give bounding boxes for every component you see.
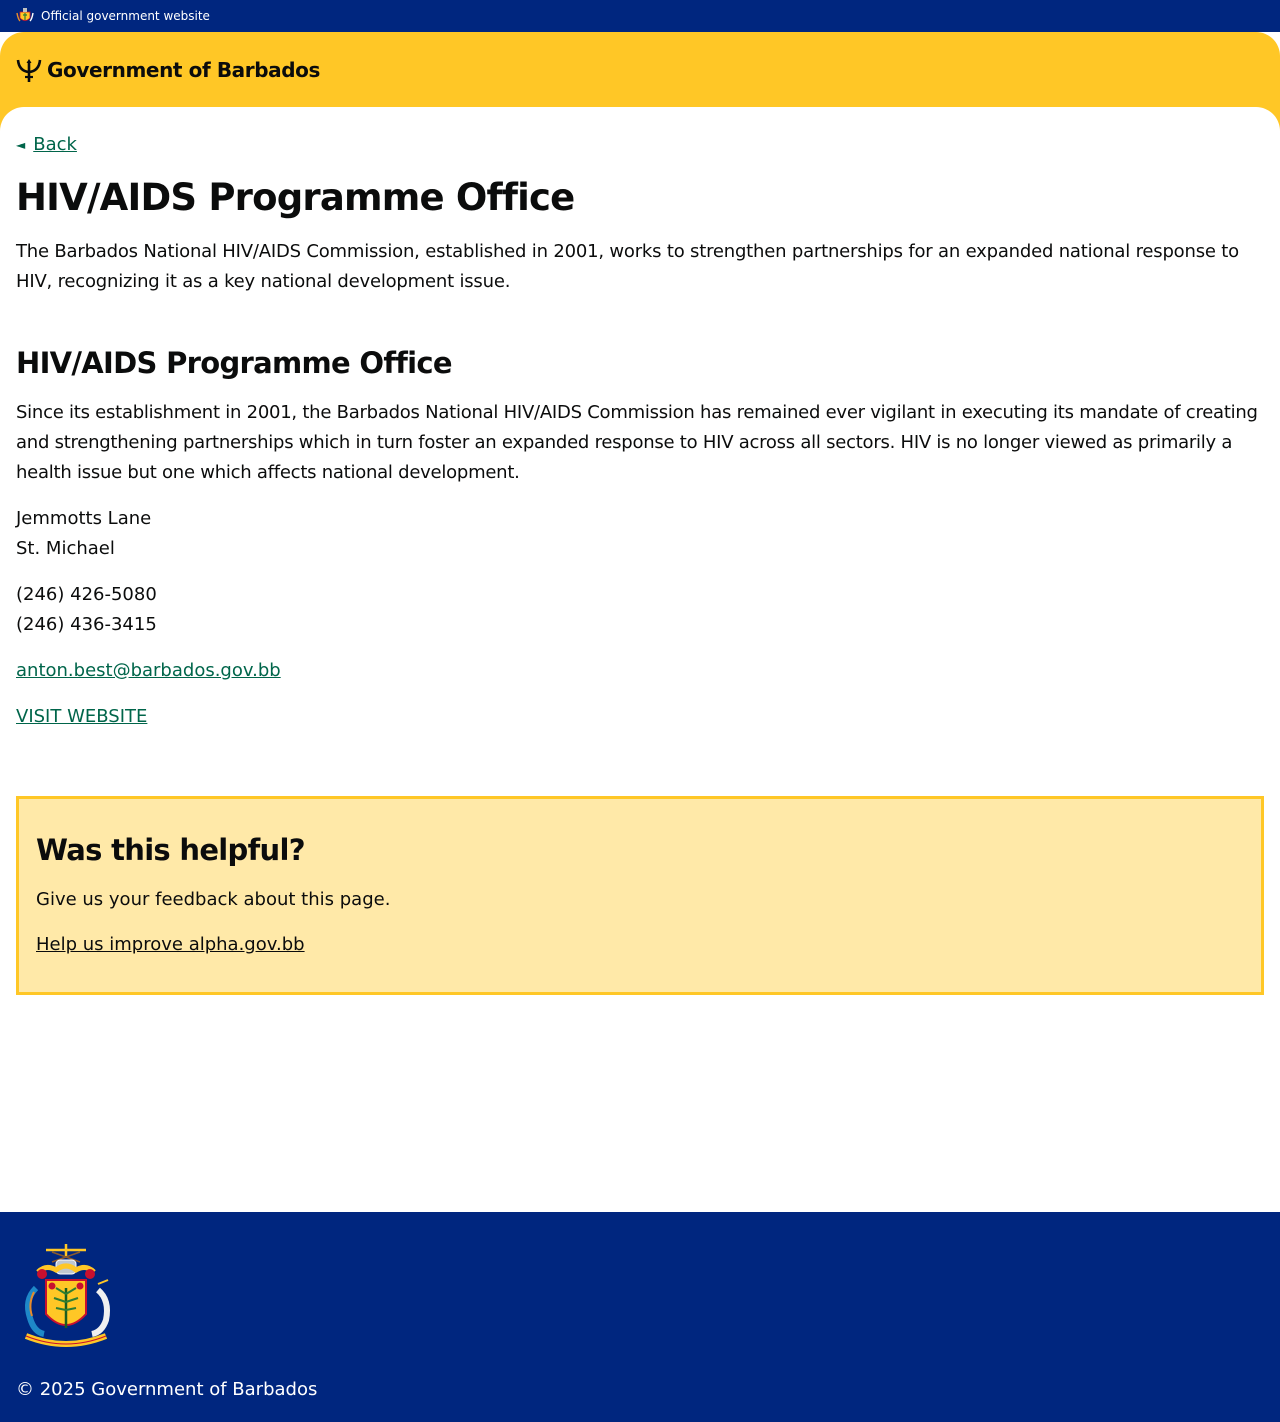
site-name: Government of Barbados xyxy=(47,58,321,82)
website-row: VISIT WEBSITE xyxy=(16,702,147,732)
feedback-text: Give us your feedback about this page. xyxy=(36,889,391,910)
visit-website-link[interactable]: VISIT WEBSITE xyxy=(16,706,147,727)
feedback-link[interactable]: Help us improve alpha.gov.bb xyxy=(36,934,305,955)
main-content: ◄ Back HIV/AIDS Programme Office The Bar… xyxy=(0,107,1280,1212)
arrow-left-icon: ◄ xyxy=(16,137,26,152)
email-link[interactable]: anton.best@barbados.gov.bb xyxy=(16,660,281,681)
page-title: HIV/AIDS Programme Office xyxy=(16,176,575,219)
page-intro: The Barbados National HIV/AIDS Commissio… xyxy=(16,241,1239,292)
official-website-label: Official government website xyxy=(41,9,210,23)
feedback-panel: Was this helpful? Give us your feedback … xyxy=(16,796,1264,995)
site-footer: © 2025 Government of Barbados xyxy=(0,1212,1280,1422)
address: Jemmotts Lane St. Michael xyxy=(16,504,151,564)
section-title: HIV/AIDS Programme Office xyxy=(16,346,453,380)
home-link[interactable]: Government of Barbados xyxy=(16,57,320,83)
feedback-link-row: Help us improve alpha.gov.bb xyxy=(36,930,305,960)
address-line: St. Michael xyxy=(16,538,115,559)
feedback-title: Was this helpful? xyxy=(36,833,306,867)
email-row: anton.best@barbados.gov.bb xyxy=(16,656,281,686)
back-link-label[interactable]: Back xyxy=(33,134,77,155)
coat-of-arms-icon xyxy=(24,1244,110,1347)
coat-of-arms-icon xyxy=(16,8,34,22)
official-banner: Official government website xyxy=(0,0,1280,32)
copyright: © 2025 Government of Barbados xyxy=(16,1379,318,1400)
phone-number: (246) 436-3415 xyxy=(16,614,157,635)
address-line: Jemmotts Lane xyxy=(16,508,152,529)
phone-numbers: (246) 426-5080 (246) 436-3415 xyxy=(16,580,157,640)
back-link[interactable]: ◄ Back xyxy=(16,134,77,155)
phone-number: (246) 426-5080 xyxy=(16,584,157,605)
trident-icon xyxy=(16,59,42,82)
section-description: Since its establishment in 2001, the Bar… xyxy=(16,402,1258,483)
